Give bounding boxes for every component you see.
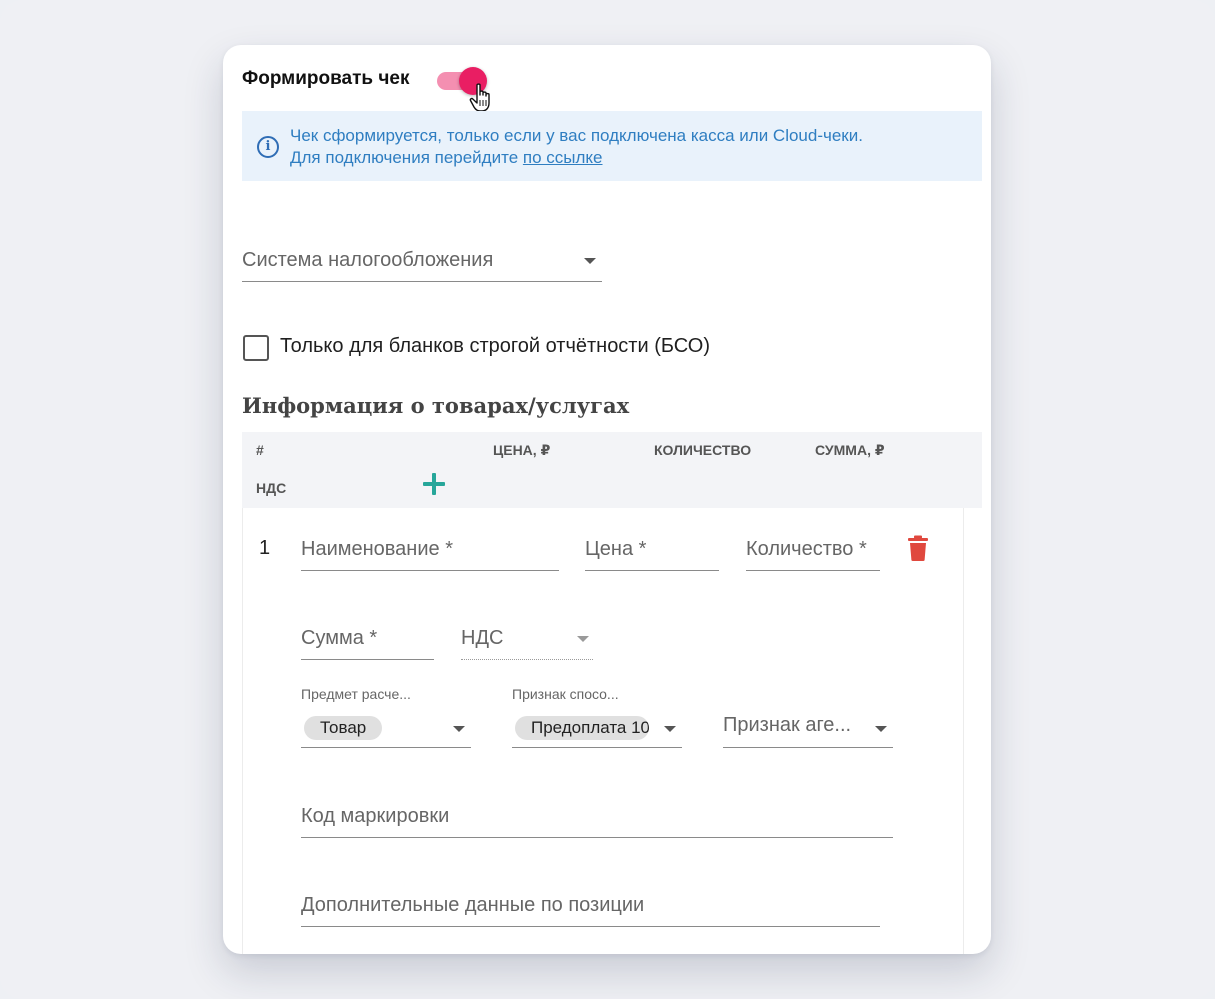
payment-subject-label: Предмет расче... — [301, 686, 411, 702]
chevron-down-icon — [875, 726, 887, 732]
info-line-2-prefix: Для подключения перейдите — [290, 148, 519, 167]
trash-icon[interactable] — [908, 535, 928, 561]
column-header-number: # — [256, 442, 264, 458]
item-name-placeholder: Наименование * — [301, 538, 453, 560]
receipt-toggle-label: Формировать чек — [242, 68, 410, 89]
chevron-down-icon — [577, 636, 589, 642]
agent-sign-select[interactable]: Признак аге... — [723, 710, 893, 748]
chevron-down-icon — [453, 726, 465, 732]
payment-method-chip: Предоплата 100 — [515, 716, 649, 740]
payment-method-select[interactable]: Признак спосо... Предоплата 100 — [512, 686, 682, 748]
settings-link[interactable]: по ссылке — [523, 148, 603, 167]
bso-checkbox[interactable] — [243, 335, 269, 361]
info-text: Чек сформируется, только если у вас подк… — [290, 125, 863, 169]
marking-code-input[interactable]: Код маркировки — [301, 801, 893, 838]
item-row-number: 1 — [259, 537, 271, 559]
tax-system-placeholder: Система налогообложения — [242, 249, 494, 271]
section-title: Информация о товарах/услугах — [242, 393, 630, 418]
receipt-form-card: Формировать чек i Чек сформируется, толь… — [223, 45, 991, 954]
item-quantity-input[interactable]: Количество * — [746, 534, 880, 571]
info-banner: i Чек сформируется, только если у вас по… — [242, 111, 982, 181]
column-header-vat: НДС — [256, 480, 287, 496]
marking-code-placeholder: Код маркировки — [301, 805, 450, 827]
item-vat-select[interactable]: НДС — [461, 623, 593, 660]
item-sum-placeholder: Сумма * — [301, 627, 378, 649]
payment-subject-select[interactable]: Предмет расче... Товар — [301, 686, 471, 748]
bso-checkbox-label: Только для бланков строгой отчётности (Б… — [280, 335, 710, 357]
additional-data-placeholder: Дополнительные данные по позиции — [301, 894, 645, 916]
info-line-1: Чек сформируется, только если у вас подк… — [290, 126, 863, 145]
add-item-plus-icon[interactable] — [423, 473, 445, 495]
item-price-placeholder: Цена * — [585, 538, 647, 560]
chevron-down-icon — [664, 726, 676, 732]
additional-data-input[interactable]: Дополнительные данные по позиции — [301, 890, 880, 927]
item-quantity-placeholder: Количество * — [746, 538, 867, 560]
item-vat-placeholder: НДС — [461, 627, 504, 649]
chevron-down-icon — [584, 258, 596, 264]
items-table-header: # ЦЕНА, ₽ КОЛИЧЕСТВО СУММА, ₽ НДС — [242, 432, 982, 508]
agent-sign-placeholder: Признак аге... — [723, 714, 852, 736]
item-price-input[interactable]: Цена * — [585, 534, 719, 571]
payment-method-label: Признак спосо... — [512, 686, 619, 702]
hand-cursor-icon — [469, 83, 490, 112]
payment-subject-chip: Товар — [304, 716, 383, 740]
info-icon: i — [257, 136, 279, 158]
item-sum-input[interactable]: Сумма * — [301, 623, 434, 660]
info-line-2: Для подключения перейдите по ссылке — [290, 147, 863, 169]
item-name-input[interactable]: Наименование * — [301, 534, 559, 571]
tax-system-select[interactable]: Система налогообложения — [242, 245, 602, 282]
column-header-sum: СУММА, ₽ — [815, 442, 885, 458]
column-header-price: ЦЕНА, ₽ — [493, 442, 551, 458]
column-header-quantity: КОЛИЧЕСТВО — [654, 442, 752, 458]
